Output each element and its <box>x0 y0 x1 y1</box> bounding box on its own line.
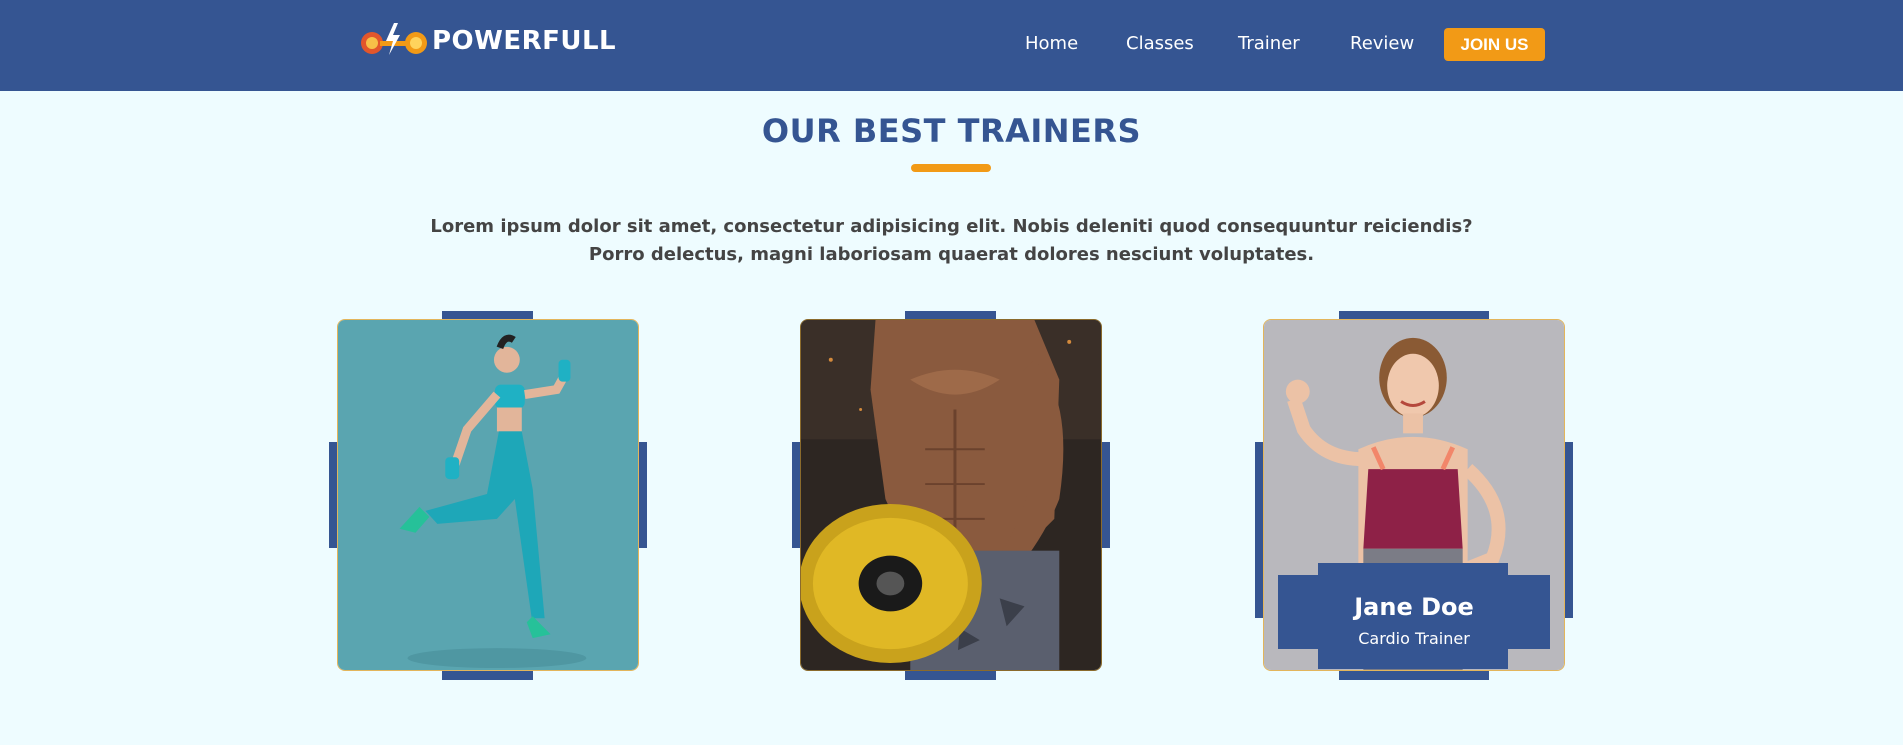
trainer-photo <box>800 319 1102 671</box>
trainer-name: Jane Doe <box>1354 593 1474 621</box>
trainer-card[interactable]: Jane Doe Cardio Trainer <box>1255 311 1575 681</box>
join-us-button[interactable]: JOIN US <box>1444 28 1545 61</box>
brand-logo[interactable]: POWERFULL <box>360 21 616 61</box>
trainer-info-overlay: Jane Doe Cardio Trainer <box>1278 563 1550 669</box>
section-title: OUR BEST TRAINERS <box>761 112 1142 150</box>
trainer-role: Cardio Trainer <box>1358 629 1470 648</box>
brand-name: POWERFULL <box>432 26 617 56</box>
nav-link-review[interactable]: Review <box>1350 33 1414 54</box>
navbar: POWERFULL Home Classes Trainer Review JO… <box>0 0 1903 91</box>
trainer-photo <box>337 319 639 671</box>
dumbbell-logo-icon <box>361 23 427 55</box>
nav-link-home[interactable]: Home <box>1025 33 1078 54</box>
nav-link-classes[interactable]: Classes <box>1126 33 1194 54</box>
nav-link-trainer[interactable]: Trainer <box>1238 33 1300 54</box>
trainer-card[interactable] <box>792 311 1112 681</box>
section-description: Lorem ipsum dolor sit amet, consectetur … <box>430 216 1473 265</box>
trainer-card[interactable] <box>329 311 649 681</box>
title-underline <box>911 164 991 172</box>
